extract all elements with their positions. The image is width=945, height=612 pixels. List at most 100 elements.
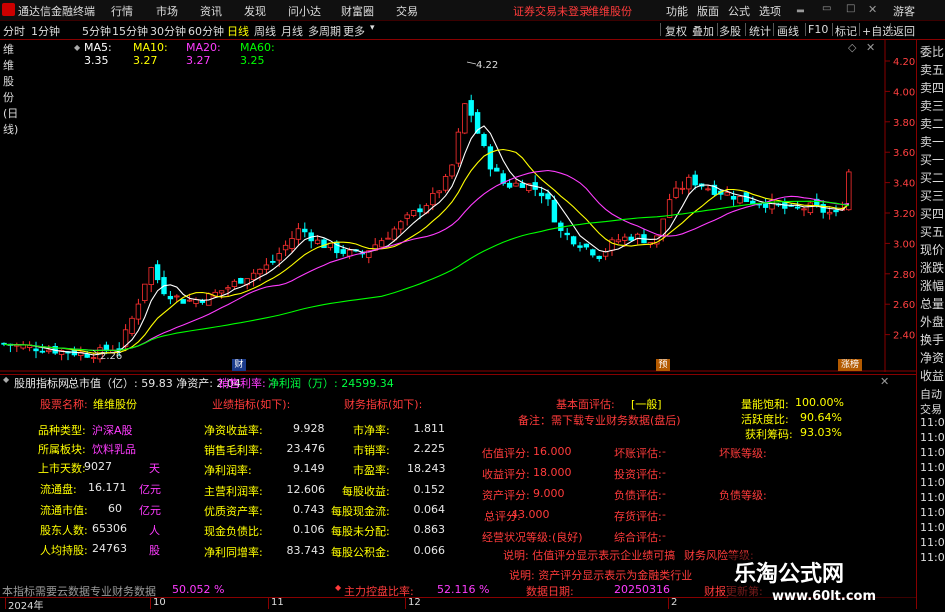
menu-gongneng[interactable]: 功能 bbox=[666, 3, 688, 19]
maximize-icon[interactable]: □ bbox=[846, 3, 855, 14]
candlestick-chart[interactable]: 4.20 4.00 3.80 3.60 3.40 3.20 3.00 2.80 2.60 2.40… bbox=[0, 40, 916, 372]
marker-zhangbang[interactable]: 涨榜 bbox=[838, 359, 862, 371]
rail-item[interactable]: 总量 bbox=[920, 295, 944, 312]
minimize-icon[interactable]: ▂ bbox=[797, 3, 804, 13]
rail-item[interactable]: 卖四 bbox=[920, 79, 944, 96]
rail-item[interactable]: 涨幅 bbox=[920, 277, 944, 294]
menu-faxian[interactable]: 发现 bbox=[244, 3, 266, 19]
candle-body bbox=[84, 354, 90, 358]
right-quote-rail: 委比 卖五 卖四 卖三 卖二 卖一 买一 买二 买三 买四 买五 现价 涨跌 涨幅 总量 外盘 换手 净资 收益 自动… bbox=[916, 40, 945, 609]
margin-label: 销售利率: - bbox=[218, 377, 274, 390]
candle-body bbox=[481, 134, 487, 147]
huaizhang-level: 坏账等级: bbox=[719, 447, 767, 460]
period-60min[interactable]: 60分钟 bbox=[188, 23, 224, 39]
marker-yu[interactable]: 预 bbox=[656, 359, 670, 371]
period-day[interactable]: 日线 bbox=[227, 23, 249, 39]
stock-name-value: 维维股份 bbox=[93, 398, 137, 411]
period-5min[interactable]: 5分钟 bbox=[82, 23, 111, 39]
rail-item: 11:08 bbox=[920, 521, 945, 534]
menu-hangqing[interactable]: 行情 bbox=[111, 3, 133, 19]
rail-item[interactable]: 买五 bbox=[920, 223, 944, 240]
menu-wenxiaoda[interactable]: 问小达 bbox=[288, 3, 321, 19]
score-label: 资产评分: bbox=[482, 489, 530, 502]
tool-diejia[interactable]: 叠加 bbox=[692, 23, 714, 39]
candle-body bbox=[167, 295, 174, 300]
tool-f10[interactable]: F10 bbox=[808, 23, 828, 36]
eval-label: 负债评估: bbox=[614, 489, 662, 502]
col3-label: 市净率: bbox=[353, 424, 390, 437]
candle-body bbox=[692, 174, 698, 186]
huoli-label: 获利筹码: bbox=[745, 428, 793, 441]
rail-item[interactable]: 买三 bbox=[920, 187, 944, 204]
period-fenshi[interactable]: 分时 bbox=[3, 23, 25, 39]
candle-body bbox=[295, 228, 302, 240]
menu-jiaoyi[interactable]: 交易 bbox=[396, 3, 418, 19]
tool-biaoji[interactable]: 标记 bbox=[835, 23, 857, 39]
period-15min[interactable]: 15分钟 bbox=[112, 23, 148, 39]
rail-item[interactable]: 卖五 bbox=[920, 61, 944, 78]
panel-settings-icon[interactable]: ◆ bbox=[3, 375, 9, 384]
rail-item[interactable]: 买一 bbox=[920, 151, 944, 168]
guest-label[interactable]: 游客 bbox=[893, 3, 915, 19]
score-value: 43.000 bbox=[511, 508, 550, 521]
rail-item: 11:08 bbox=[920, 551, 945, 564]
menu-zixun[interactable]: 资讯 bbox=[200, 3, 222, 19]
candle-body bbox=[391, 228, 398, 241]
period-multi[interactable]: 多周期 bbox=[308, 23, 341, 39]
rail-item[interactable]: 买四 bbox=[920, 205, 944, 222]
tool-tongji[interactable]: 统计 bbox=[749, 23, 771, 39]
rail-item[interactable]: 净资 bbox=[920, 349, 944, 366]
title-bar: 通达信金融终端 行情 市场 资讯 发现 问小达 财富圈 交易 证券交易未登录 维… bbox=[0, 0, 945, 21]
col2-value: 0.743 bbox=[293, 503, 325, 516]
panel-close-icon[interactable]: ✕ bbox=[880, 375, 889, 388]
rail-item[interactable]: 收益 bbox=[920, 367, 944, 384]
rail-item[interactable]: 卖二 bbox=[920, 115, 944, 132]
rail-item[interactable]: 卖一 bbox=[920, 133, 944, 150]
period-30min[interactable]: 30分钟 bbox=[150, 23, 186, 39]
tool-huaxian[interactable]: 画线 bbox=[777, 23, 799, 39]
rail-item[interactable]: 涨跌 bbox=[920, 259, 944, 276]
period-month[interactable]: 月线 bbox=[281, 23, 303, 39]
col1-unit: 亿元 bbox=[139, 483, 161, 496]
candle-body bbox=[628, 236, 634, 241]
score-value: 9.000 bbox=[533, 487, 565, 500]
rail-item[interactable]: 买二 bbox=[920, 169, 944, 186]
marker-cai[interactable]: 财 bbox=[232, 359, 246, 371]
period-week[interactable]: 周线 bbox=[254, 23, 276, 39]
more-arrow-icon[interactable]: ▾ bbox=[370, 23, 375, 33]
col3-label: 市销率: bbox=[353, 444, 390, 457]
date-value: 20250316 bbox=[614, 583, 670, 596]
candle-body bbox=[494, 167, 500, 172]
window-icon[interactable]: ▭ bbox=[822, 3, 831, 14]
col1-unit: 亿元 bbox=[139, 504, 161, 517]
close-icon[interactable]: ✕ bbox=[868, 3, 877, 16]
rail-item[interactable]: 现价 bbox=[920, 241, 944, 258]
rail-item[interactable]: 卖三 bbox=[920, 97, 944, 114]
col3-value: 0.863 bbox=[413, 523, 446, 536]
tool-duogu[interactable]: 多股 bbox=[719, 23, 741, 39]
rail-item[interactable]: 换手 bbox=[920, 331, 944, 348]
candle-body bbox=[180, 299, 186, 304]
menu-banmian[interactable]: 版面 bbox=[697, 3, 719, 19]
candle-body bbox=[564, 232, 570, 236]
menu-xuanxiang[interactable]: 选项 bbox=[759, 3, 781, 19]
candle-body bbox=[378, 240, 385, 248]
tool-add-watchlist[interactable]: +自选 bbox=[862, 23, 893, 39]
period-more[interactable]: 更多 bbox=[343, 23, 365, 39]
tool-fuquan[interactable]: 复权 bbox=[665, 23, 687, 39]
candle-body bbox=[487, 146, 494, 170]
candle-body bbox=[545, 193, 551, 200]
rail-item[interactable]: 外盘 bbox=[920, 313, 944, 330]
login-notice[interactable]: 证券交易未登录 bbox=[513, 3, 590, 19]
period-1min[interactable]: 1分钟 bbox=[31, 23, 60, 39]
candle-body bbox=[148, 267, 154, 285]
menu-shichang[interactable]: 市场 bbox=[156, 3, 178, 19]
candle-body bbox=[250, 272, 257, 280]
menu-gongshi[interactable]: 公式 bbox=[728, 3, 750, 19]
col3-value: 0.064 bbox=[413, 503, 446, 516]
tool-back[interactable]: 返回 bbox=[893, 23, 915, 39]
rail-item[interactable]: 委比 bbox=[920, 43, 944, 60]
menu-caifuquan[interactable]: 财富圈 bbox=[341, 3, 374, 19]
col2-value: 9.928 bbox=[293, 422, 325, 435]
candle-body bbox=[679, 187, 686, 190]
